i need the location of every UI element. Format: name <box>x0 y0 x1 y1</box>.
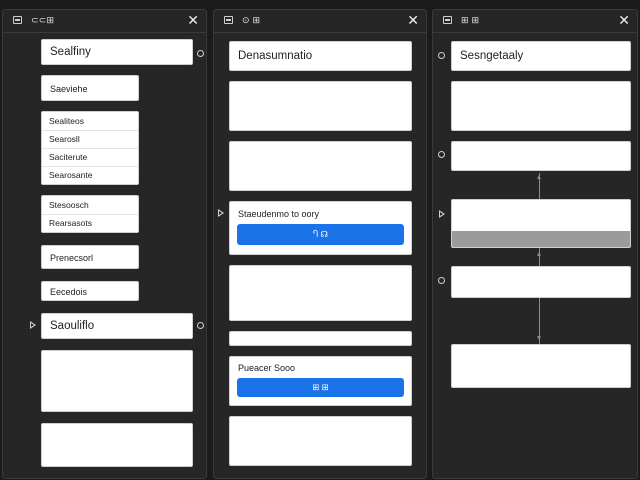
empty-card[interactable] <box>229 416 412 466</box>
panel-header: ⊙ ⊞ ✕ <box>214 10 426 33</box>
panel-header: ⊞ ⊞ ✕ <box>433 10 637 33</box>
option-list-card: Stesoosch Rearsasots <box>41 195 139 233</box>
empty-card[interactable] <box>41 350 193 412</box>
option-card[interactable]: Saeviehe <box>41 75 139 101</box>
left-panel: ⊂⊂⊞ ✕ Sealfiny Saeviehe Sealiteos Searos… <box>2 9 207 479</box>
empty-card[interactable] <box>229 265 412 321</box>
list-item[interactable]: Searosante <box>42 166 138 184</box>
empty-card[interactable] <box>451 141 631 171</box>
header-card-label: Sealfiny <box>50 46 91 58</box>
arrow-up-icon <box>537 252 541 256</box>
section-card[interactable]: Saouliflo <box>41 313 193 339</box>
panel-title: ⊙ ⊞ <box>242 15 261 25</box>
header-card-label: Sesngetaaly <box>460 50 524 62</box>
connector-dot-icon <box>438 277 445 284</box>
window-icon <box>224 16 233 24</box>
connector-dot-icon <box>438 52 445 59</box>
primary-button[interactable]: ⊞ ⊞ <box>237 378 404 397</box>
expand-arrow-icon[interactable] <box>30 321 36 329</box>
empty-card[interactable] <box>229 81 412 131</box>
primary-button[interactable]: Ⴄ ☊ <box>237 224 404 245</box>
header-card[interactable]: Sesngetaaly <box>451 41 631 71</box>
empty-card[interactable] <box>229 331 412 346</box>
list-item[interactable]: Searosll <box>42 130 138 149</box>
option-card-label: Eecedois <box>50 287 88 297</box>
panel-header: ⊂⊂⊞ ✕ <box>3 10 206 33</box>
arrow-up-icon <box>537 175 541 179</box>
arrow-down-icon <box>537 336 541 340</box>
connector-line <box>539 248 540 266</box>
list-item[interactable]: Rearsasots <box>42 214 138 232</box>
empty-card[interactable] <box>229 141 412 191</box>
panel-title: ⊞ ⊞ <box>461 15 480 25</box>
close-icon[interactable]: ✕ <box>407 12 419 29</box>
window-icon <box>443 16 452 24</box>
list-item[interactable]: Stesoosch <box>42 196 138 215</box>
empty-card[interactable] <box>451 344 631 388</box>
option-card[interactable]: Prenecsorl <box>41 245 139 269</box>
middle-panel: ⊙ ⊞ ✕ Denasumnatio Staeudenmo to oory Ⴄ … <box>213 9 427 479</box>
expand-arrow-icon[interactable] <box>218 209 224 217</box>
action-card-label: Pueacer Sooo <box>238 363 296 373</box>
close-icon[interactable]: ✕ <box>187 12 199 29</box>
connector-dot-icon <box>438 151 445 158</box>
option-card-label: Saeviehe <box>50 84 88 94</box>
section-card-label: Saouliflo <box>50 320 95 332</box>
option-list-card: Sealiteos Searosll Saciterute Searosante <box>41 111 139 185</box>
header-card[interactable]: Sealfiny <box>41 39 193 65</box>
empty-card[interactable] <box>451 266 631 298</box>
connector-dot-icon <box>197 50 204 57</box>
action-card: Staeudenmo to oory Ⴄ ☊ <box>229 201 412 255</box>
card-footer-band <box>452 231 630 247</box>
selected-card[interactable] <box>451 199 631 248</box>
header-card[interactable]: Denasumnatio <box>229 41 412 71</box>
right-panel: ⊞ ⊞ ✕ Sesngetaaly <box>432 9 638 479</box>
window-icon <box>13 16 22 24</box>
option-card[interactable]: Eecedois <box>41 281 139 301</box>
list-item[interactable]: Sealiteos <box>42 112 138 131</box>
action-card-label: Staeudenmo to oory <box>238 209 320 219</box>
option-card-label: Prenecsorl <box>50 253 94 263</box>
header-card-label: Denasumnatio <box>238 50 313 62</box>
empty-card[interactable] <box>41 423 193 467</box>
empty-card[interactable] <box>451 81 631 131</box>
expand-arrow-icon[interactable] <box>439 210 445 218</box>
list-item[interactable]: Saciterute <box>42 148 138 167</box>
close-icon[interactable]: ✕ <box>618 12 630 29</box>
action-card: Pueacer Sooo ⊞ ⊞ <box>229 356 412 406</box>
connector-dot-icon <box>197 322 204 329</box>
panel-title: ⊂⊂⊞ <box>31 15 55 25</box>
